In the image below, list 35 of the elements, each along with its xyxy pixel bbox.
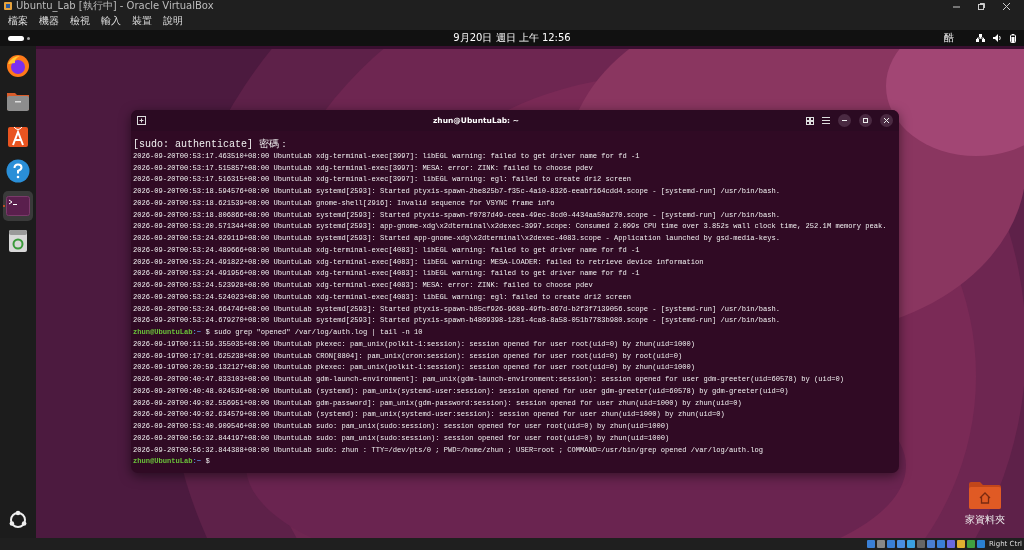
menu-item[interactable]: 檢視 [70,16,90,26]
clock[interactable]: 9月20日 週日 上午 12:56 [453,33,571,43]
menu-icon[interactable] [822,117,830,124]
show-apps-icon[interactable] [8,510,28,530]
window-title: Ubuntu_Lab [執行中] - Oracle VirtualBox [16,1,215,11]
menu-item[interactable]: 輸入 [101,16,121,26]
maximize-button[interactable] [859,114,872,127]
menu-item[interactable]: 機器 [39,16,59,26]
tab-overview-icon[interactable] [806,116,814,125]
menu-item[interactable]: 檔案 [8,16,28,26]
minimize-icon [842,118,847,123]
new-tab-icon[interactable] [137,116,146,125]
volume-icon[interactable] [993,34,1002,42]
app-store-icon [7,124,29,148]
terminal-icon [6,196,30,216]
help-icon [6,159,30,183]
battery-icon[interactable] [1010,33,1016,43]
close-icon [884,118,889,123]
close-button[interactable] [880,114,893,127]
input-method-indicator[interactable]: 酷 [944,31,954,45]
close-icon[interactable] [1003,2,1010,10]
workspace-dot[interactable] [27,36,30,40]
icon-label: 家資料夾 [965,513,1005,527]
home-folder-icon[interactable] [969,482,1001,509]
browser-icon [6,54,30,78]
terminal-line: [sudo: authenticate] 密碼： [133,139,290,151]
maximize-icon [863,118,868,123]
menu-item[interactable]: 說明 [163,16,183,26]
minimize-button[interactable] [838,114,851,127]
menu-item[interactable]: 裝置 [132,16,152,26]
folder-icon [6,90,30,112]
activities-indicator[interactable] [8,35,24,41]
restore-icon[interactable] [978,2,985,10]
app-icon [4,2,12,10]
trash-icon [8,229,28,253]
